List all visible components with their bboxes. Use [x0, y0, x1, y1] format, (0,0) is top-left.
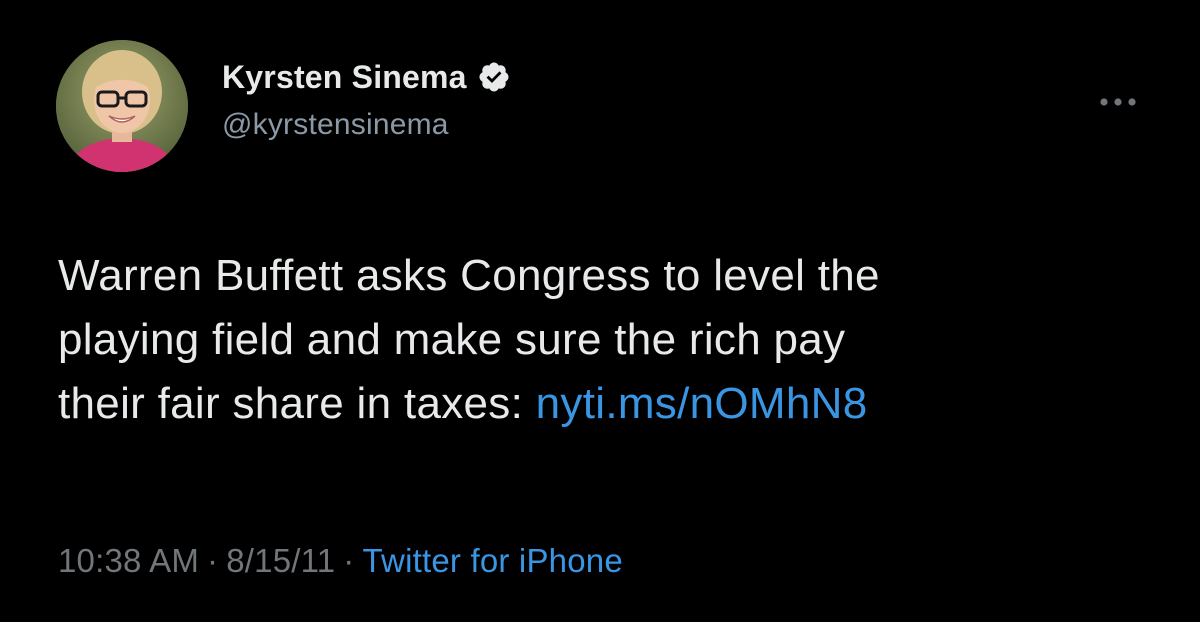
more-horizontal-icon[interactable] [1094, 92, 1142, 112]
display-name[interactable]: Kyrsten Sinema [222, 59, 467, 96]
tweet-text-line: Warren Buffett asks Congress to level th… [58, 251, 880, 300]
meta-separator: · [343, 542, 355, 579]
tweet-text-line: playing field and make sure the rich pay [58, 315, 846, 364]
tweet-time[interactable]: 10:38 AM [58, 542, 199, 579]
tweet-link[interactable]: nyti.ms/nOMhN8 [536, 379, 868, 428]
tweet-text-segment: their fair share in taxes: [58, 379, 536, 428]
tweet-date[interactable]: 8/15/11 [226, 542, 335, 579]
avatar[interactable] [56, 40, 188, 172]
tweet-text-line: their fair share in taxes: nyti.ms/nOMhN… [58, 372, 1158, 436]
verified-badge-icon [477, 60, 511, 94]
avatar-photo [56, 40, 188, 172]
tweet-text: Warren Buffett asks Congress to level th… [58, 244, 1158, 436]
handle[interactable]: @kyrstensinema [222, 108, 511, 142]
tweet-header: Kyrsten Sinema @kyrstensinema [222, 56, 511, 142]
tweet-metadata: 10:38 AM · 8/15/11 · Twitter for iPhone [58, 542, 623, 580]
tweet-source[interactable]: Twitter for iPhone [363, 542, 623, 579]
name-row: Kyrsten Sinema [222, 56, 511, 98]
tweet-card: Kyrsten Sinema @kyrstensinema Warren Buf… [0, 0, 1200, 622]
meta-separator: · [207, 542, 219, 579]
